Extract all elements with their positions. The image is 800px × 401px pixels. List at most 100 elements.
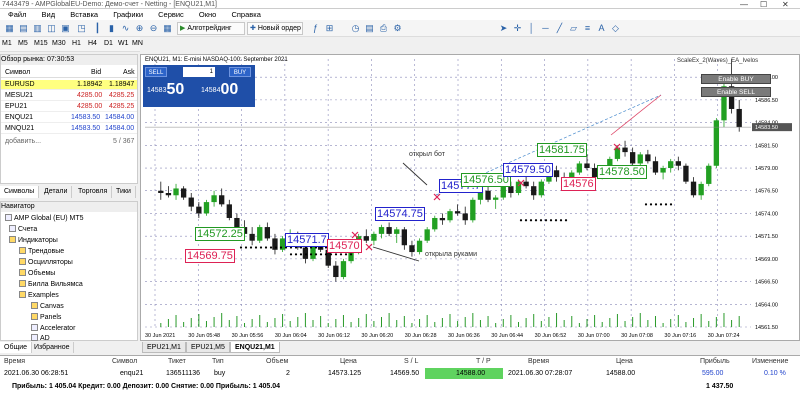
sell-price[interactable]: 1458350 <box>147 81 199 103</box>
nav-item-canvas[interactable]: Canvas <box>31 302 64 312</box>
nav-item-broker[interactable]: AMP Global (EU) MT5 <box>5 214 84 224</box>
market-row-mesu21[interactable]: MESU21 4285.00 4285.25 <box>1 91 137 101</box>
volume-input[interactable]: 1 <box>183 67 215 77</box>
vertical-line-icon[interactable]: │ <box>526 23 537 34</box>
tab-details[interactable]: Детали <box>40 186 73 198</box>
nav-item-bill-williams[interactable]: Билла Вильямса <box>19 280 83 290</box>
position-sl[interactable]: 14569.50 <box>390 370 419 377</box>
bar-chart-icon[interactable]: ┃ <box>92 23 103 34</box>
profiles-icon[interactable]: ▤ <box>18 23 29 34</box>
tab-trading[interactable]: Торговля <box>74 186 113 198</box>
chart-window[interactable]: 14589.0014586.5014584.0014581.5014579.00… <box>140 54 800 341</box>
th-change[interactable]: Изменение <box>752 358 788 365</box>
th-type[interactable]: Тип <box>212 358 224 365</box>
crosshair-icon[interactable]: ✛ <box>512 23 523 34</box>
chart-tab-epu21-m1[interactable]: EPU21,M1 <box>142 342 186 353</box>
tf-m1[interactable]: M1 <box>2 40 12 47</box>
menu-view[interactable]: Вид <box>42 9 56 20</box>
sell-button[interactable]: SELL <box>145 67 167 77</box>
position-tp[interactable]: 14588.00 <box>456 370 485 377</box>
buy-price[interactable]: 1458400 <box>201 81 253 103</box>
candle-chart-icon[interactable]: ▮ <box>106 23 117 34</box>
trendline-icon[interactable]: ╱ <box>554 23 565 34</box>
tab-favorites[interactable]: Избранное <box>30 342 75 353</box>
channel-icon[interactable]: ▱ <box>568 23 579 34</box>
th-ticket[interactable]: Тикет <box>168 358 186 365</box>
th-time[interactable]: Время <box>4 358 25 365</box>
navigator-icon[interactable]: ◫ <box>46 23 57 34</box>
enable-buy-button[interactable]: Enable BUY <box>701 74 771 84</box>
tab-symbols[interactable]: Символы <box>0 186 40 198</box>
nav-item-volumes[interactable]: Объемы <box>19 269 55 279</box>
nav-item-indicators[interactable]: Индикаторы <box>9 236 58 246</box>
th-price[interactable]: Цена <box>340 358 357 365</box>
nav-item-examples[interactable]: Examples <box>19 291 59 301</box>
chart-tab-enqu21-m1[interactable]: ENQU21,M1 <box>230 342 280 353</box>
position-time[interactable]: 2021.06.30 06:28:51 <box>4 370 68 377</box>
enable-sell-button[interactable]: Enable SELL <box>701 87 771 97</box>
th-time2[interactable]: Время <box>528 358 549 365</box>
shapes-icon[interactable]: ◇ <box>610 23 621 34</box>
indicators-icon[interactable]: ƒ <box>310 23 321 34</box>
objects-icon[interactable]: ⊞ <box>324 23 335 34</box>
tf-h4[interactable]: H4 <box>88 40 97 47</box>
tile-icon[interactable]: ▦ <box>162 23 173 34</box>
nav-item-oscillators[interactable]: Осцилляторы <box>19 258 73 268</box>
market-row-mnqu21[interactable]: MNQU21 14583.50 14584.00 <box>1 124 137 134</box>
menu-help[interactable]: Справка <box>231 9 260 20</box>
tf-mn[interactable]: MN <box>132 40 143 47</box>
chart-tab-epu21-m5[interactable]: EPU21,M5 <box>186 342 230 353</box>
terminal-icon[interactable]: ▣ <box>60 23 71 34</box>
period-icon[interactable]: ◷ <box>350 23 361 34</box>
tf-m15[interactable]: M15 <box>34 40 48 47</box>
new-chart-icon[interactable]: ▦ <box>4 23 15 34</box>
line-chart-icon[interactable]: ∿ <box>120 23 131 34</box>
nav-item-accounts[interactable]: Счета <box>9 225 37 235</box>
maximize-icon[interactable]: ☐ <box>760 0 767 8</box>
menu-window[interactable]: Окно <box>199 9 216 20</box>
tf-h1[interactable]: H1 <box>72 40 81 47</box>
market-row-enqu21[interactable]: ENQU21 14583.50 14584.00 <box>1 113 137 123</box>
nav-item-accelerator[interactable]: Accelerator <box>31 324 75 334</box>
menu-file[interactable]: Файл <box>8 9 26 20</box>
tf-w1[interactable]: W1 <box>118 40 129 47</box>
buy-button[interactable]: BUY <box>229 67 251 77</box>
tab-general[interactable]: Общие <box>0 342 33 353</box>
menu-insert[interactable]: Вставка <box>70 9 98 20</box>
th-price2[interactable]: Цена <box>616 358 633 365</box>
market-row-epu21[interactable]: EPU21 4285.00 4285.25 <box>1 102 137 112</box>
add-symbol-row[interactable]: добавить... 5 / 367 <box>1 137 137 147</box>
text-icon[interactable]: A <box>596 23 607 34</box>
tab-ticks[interactable]: Тики <box>112 186 136 198</box>
new-order-button[interactable]: ✚ Новый ордер <box>247 22 303 35</box>
algo-trading-button[interactable]: ▶ Алготрейдинг <box>177 22 245 35</box>
menu-tools[interactable]: Сервис <box>158 9 184 20</box>
zoom-out-icon[interactable]: ⊖ <box>148 23 159 34</box>
th-sl[interactable]: S / L <box>404 358 418 365</box>
close-icon[interactable]: ✕ <box>782 0 789 8</box>
cursor-icon[interactable]: ➤ <box>498 23 509 34</box>
th-volume[interactable]: Объем <box>266 358 288 365</box>
tester-icon[interactable]: ◳ <box>76 23 87 34</box>
screenshot-icon[interactable]: ⎙ <box>378 23 389 34</box>
market-row-eurusd[interactable]: EURUSD 1.18942 1.18947 <box>1 80 137 90</box>
templates-icon[interactable]: ▤ <box>364 23 375 34</box>
market-watch-icon[interactable]: ▥ <box>32 23 43 34</box>
fibo-icon[interactable]: ≡ <box>582 23 593 34</box>
nav-item-panels[interactable]: Panels <box>31 313 61 323</box>
menu-charts[interactable]: Графики <box>113 9 143 20</box>
th-symbol[interactable]: Символ <box>112 358 137 365</box>
settings-icon[interactable]: ⚙ <box>392 23 403 34</box>
th-tp[interactable]: T / P <box>476 358 491 365</box>
col-ask[interactable]: Ask <box>123 67 135 78</box>
tf-d1[interactable]: D1 <box>104 40 113 47</box>
nav-item-trend[interactable]: Трендовые <box>19 247 64 257</box>
col-symbol[interactable]: Символ <box>5 67 30 78</box>
tf-m30[interactable]: M30 <box>52 40 66 47</box>
minimize-icon[interactable]: — <box>740 0 748 8</box>
col-bid[interactable]: Bid <box>91 67 101 78</box>
tf-m5[interactable]: M5 <box>18 40 28 47</box>
horizontal-line-icon[interactable]: ─ <box>540 23 551 34</box>
zoom-in-icon[interactable]: ⊕ <box>134 23 145 34</box>
th-profit[interactable]: Прибыль <box>700 358 730 365</box>
